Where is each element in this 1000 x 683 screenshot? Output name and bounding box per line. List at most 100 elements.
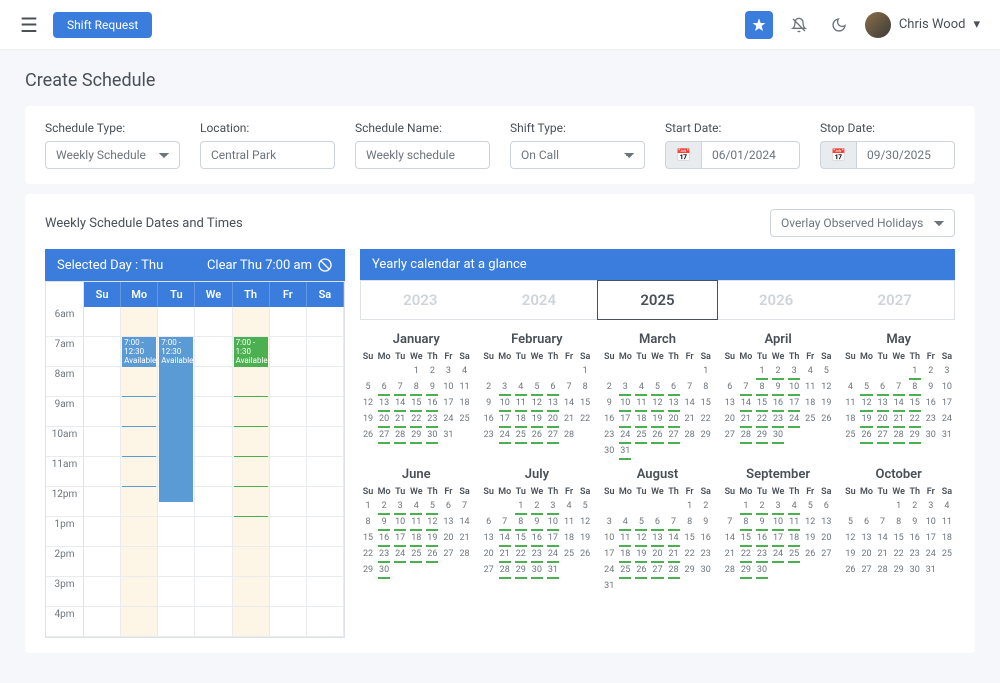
calendar-day[interactable]: 24 — [601, 562, 617, 578]
calendar-day[interactable]: 3 — [601, 514, 617, 530]
calendar-day[interactable]: 10 — [601, 530, 617, 546]
day-header[interactable]: Tu — [158, 282, 195, 307]
calendar-day[interactable]: 13 — [858, 530, 874, 546]
day-cell[interactable] — [121, 457, 158, 486]
calendar-day[interactable]: 16 — [923, 395, 939, 411]
moon-icon[interactable] — [825, 11, 853, 39]
calendar-day[interactable]: 23 — [601, 427, 617, 443]
calendar-day[interactable]: 8 — [754, 379, 770, 395]
calendar-day[interactable]: 9 — [376, 514, 392, 530]
calendar-day[interactable]: 6 — [875, 379, 891, 395]
calendar-day[interactable]: 8 — [682, 514, 698, 530]
calendar-day[interactable]: 6 — [649, 514, 665, 530]
calendar-day[interactable]: 19 — [818, 395, 834, 411]
calendar-day[interactable]: 26 — [842, 562, 858, 578]
calendar-day[interactable]: 25 — [786, 546, 802, 562]
calendar-day[interactable]: 20 — [440, 530, 456, 546]
calendar-day[interactable]: 26 — [529, 427, 545, 443]
calendar-day[interactable]: 20 — [649, 546, 665, 562]
day-cell[interactable] — [270, 487, 307, 516]
calendar-day[interactable]: 16 — [481, 411, 497, 427]
calendar-day[interactable]: 10 — [786, 379, 802, 395]
calendar-day[interactable]: 30 — [907, 562, 923, 578]
calendar-day[interactable]: 5 — [802, 498, 818, 514]
day-cell[interactable] — [121, 577, 158, 606]
calendar-day[interactable]: 6 — [481, 514, 497, 530]
calendar-day[interactable]: 21 — [497, 546, 513, 562]
calendar-day[interactable]: 7 — [561, 379, 577, 395]
day-cell[interactable] — [270, 517, 307, 546]
calendar-day[interactable]: 11 — [617, 530, 633, 546]
calendar-day[interactable]: 13 — [875, 395, 891, 411]
day-cell[interactable] — [233, 547, 270, 576]
calendar-day[interactable]: 16 — [754, 530, 770, 546]
day-cell[interactable] — [195, 487, 232, 516]
calendar-day[interactable]: 2 — [376, 498, 392, 514]
calendar-day[interactable]: 22 — [754, 411, 770, 427]
day-cell[interactable] — [121, 487, 158, 516]
calendar-day[interactable]: 10 — [545, 514, 561, 530]
location-input[interactable] — [200, 141, 335, 169]
calendar-day[interactable]: 4 — [561, 498, 577, 514]
day-cell[interactable] — [233, 517, 270, 546]
calendar-day[interactable]: 17 — [601, 546, 617, 562]
calendar-day[interactable]: 26 — [360, 427, 376, 443]
calendar-day[interactable]: 6 — [376, 379, 392, 395]
calendar-day[interactable]: 19 — [529, 411, 545, 427]
calendar-day[interactable]: 18 — [786, 530, 802, 546]
shift-request-button[interactable]: Shift Request — [53, 12, 152, 38]
calendar-day[interactable]: 23 — [907, 546, 923, 562]
calendar-day[interactable]: 19 — [649, 411, 665, 427]
day-cell[interactable] — [158, 517, 195, 546]
calendar-day[interactable]: 11 — [513, 395, 529, 411]
day-cell[interactable] — [270, 307, 307, 336]
calendar-day[interactable]: 2 — [529, 498, 545, 514]
calendar-day[interactable]: 3 — [923, 498, 939, 514]
day-cell[interactable] — [195, 547, 232, 576]
day-cell[interactable] — [233, 457, 270, 486]
calendar-day[interactable]: 29 — [513, 562, 529, 578]
calendar-day[interactable]: 9 — [770, 379, 786, 395]
calendar-day[interactable]: 4 — [802, 363, 818, 379]
calendar-day[interactable]: 2 — [923, 363, 939, 379]
day-cell[interactable] — [84, 397, 121, 426]
calendar-day[interactable]: 22 — [698, 411, 714, 427]
calendar-day[interactable]: 14 — [722, 530, 738, 546]
day-cell[interactable] — [195, 337, 232, 366]
calendar-day[interactable]: 15 — [408, 395, 424, 411]
calendar-day[interactable]: 24 — [617, 427, 633, 443]
calendar-day[interactable]: 1 — [907, 363, 923, 379]
day-cell[interactable] — [270, 367, 307, 396]
calendar-day[interactable]: 15 — [513, 530, 529, 546]
calendar-day[interactable]: 9 — [907, 514, 923, 530]
calendar-day[interactable]: 6 — [440, 498, 456, 514]
day-cell[interactable] — [233, 307, 270, 336]
calendar-day[interactable]: 28 — [497, 562, 513, 578]
calendar-day[interactable]: 19 — [424, 530, 440, 546]
calendar-day[interactable]: 14 — [738, 395, 754, 411]
star-icon[interactable] — [745, 11, 773, 39]
calendar-day[interactable]: 8 — [408, 379, 424, 395]
calendar-day[interactable]: 27 — [722, 427, 738, 443]
calendar-day[interactable]: 9 — [481, 395, 497, 411]
calendar-day[interactable]: 26 — [802, 546, 818, 562]
calendar-day[interactable]: 17 — [939, 395, 955, 411]
calendar-day[interactable]: 11 — [561, 514, 577, 530]
day-cell[interactable] — [307, 367, 344, 396]
day-cell[interactable] — [233, 607, 270, 636]
day-cell[interactable] — [158, 547, 195, 576]
calendar-day[interactable]: 23 — [698, 546, 714, 562]
calendar-day[interactable]: 2 — [907, 498, 923, 514]
calendar-day[interactable]: 1 — [698, 363, 714, 379]
calendar-day[interactable]: 19 — [633, 546, 649, 562]
calendar-day[interactable]: 23 — [923, 411, 939, 427]
calendar-day[interactable]: 1 — [577, 363, 593, 379]
calendar-day[interactable]: 28 — [561, 427, 577, 443]
calendar-day[interactable]: 3 — [392, 498, 408, 514]
calendar-day[interactable]: 26 — [649, 427, 665, 443]
calendar-day[interactable]: 4 — [456, 363, 472, 379]
day-header[interactable]: Mo — [121, 282, 158, 307]
calendar-day[interactable]: 18 — [513, 411, 529, 427]
day-cell[interactable] — [307, 307, 344, 336]
calendar-day[interactable]: 1 — [891, 498, 907, 514]
